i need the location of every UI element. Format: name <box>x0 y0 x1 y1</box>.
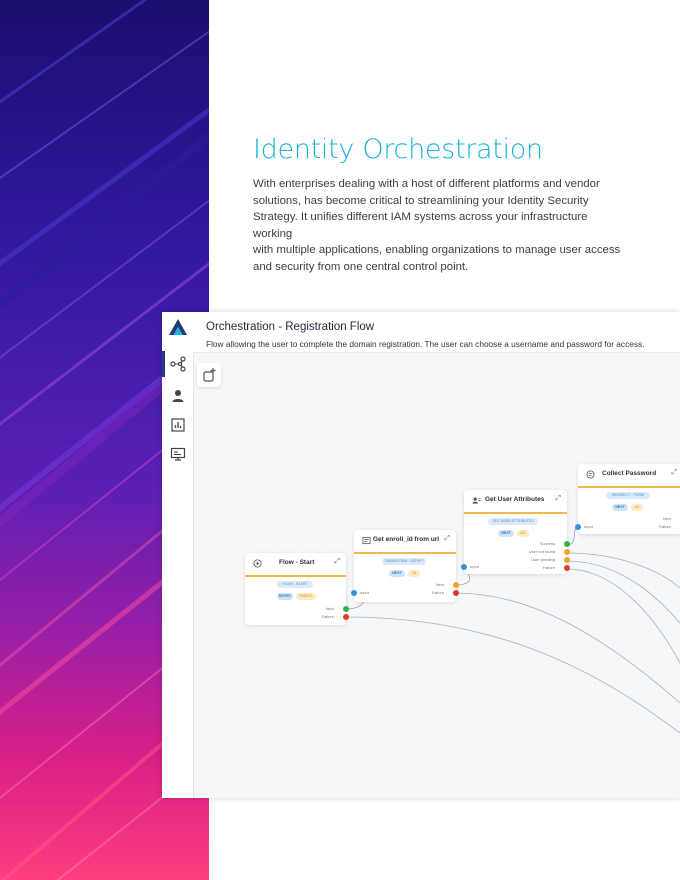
output-port-user-not-found[interactable] <box>564 549 570 555</box>
output-port-next[interactable] <box>453 582 459 588</box>
output-port-failure[interactable] <box>564 565 570 571</box>
section-intro: With enterprises dealing with a host of … <box>253 176 625 275</box>
input-port[interactable] <box>461 564 467 570</box>
port-label-user-pending: User pending <box>531 557 555 562</box>
script-icon <box>362 536 371 545</box>
flow-network-icon[interactable] <box>170 356 186 372</box>
port-label-input: Input <box>470 564 479 569</box>
input-port[interactable] <box>351 590 357 596</box>
output-port-next[interactable] <box>343 606 349 612</box>
output-port-failure[interactable] <box>343 614 349 620</box>
node-type-tag: TRANSFORM - SCRIPT <box>382 558 426 565</box>
node-chip: PUBLIC <box>296 593 316 600</box>
node-get-enroll-id[interactable]: Get enroll_id from url ⤢ TRANSFORM - SCR… <box>351 530 459 602</box>
output-port-failure[interactable] <box>453 590 459 596</box>
monitor-icon[interactable] <box>170 446 186 462</box>
flow-title: Orchestration - Registration Flow <box>206 321 375 333</box>
node-collect-password[interactable]: Collect Password ⤢ REDIRECT - FORM NEXT … <box>575 464 680 534</box>
port-label-next: Next <box>435 582 444 587</box>
orchestration-screenshot: Orchestration - Registration Flow Flow a… <box>162 312 680 798</box>
node-title: Collect Password <box>602 470 657 477</box>
port-label-input: Input <box>360 590 369 595</box>
node-type-tag: GET USER ATTRIBUTES <box>488 518 538 525</box>
node-type-tag: REDIRECT - FORM <box>606 492 650 499</box>
node-title: Get enroll_id from url <box>373 536 440 543</box>
expand-icon[interactable]: ⤢ <box>444 535 450 543</box>
output-port-success[interactable] <box>564 541 570 547</box>
port-label-failure: Failure <box>658 524 671 529</box>
app-logo-icon[interactable] <box>168 318 188 336</box>
port-label-failure: Failure <box>542 565 555 570</box>
user-icon[interactable] <box>170 388 186 404</box>
analytics-icon[interactable] <box>170 417 186 433</box>
node-title: Get User Attributes <box>485 496 545 503</box>
intro-line: solutions, has become critical to stream… <box>253 194 589 207</box>
node-chip: NEXT <box>498 530 514 537</box>
node-chip: NEXT <box>389 570 405 577</box>
left-nav-rail <box>162 312 194 798</box>
intro-line: and security from one central control po… <box>253 260 469 273</box>
form-icon <box>586 470 595 479</box>
input-port[interactable] <box>575 524 581 530</box>
port-label-input: Input <box>584 524 593 529</box>
node-chip: AD <box>517 530 529 537</box>
expand-icon[interactable]: ⤢ <box>555 495 561 503</box>
port-label-failure: Failure <box>321 614 334 619</box>
active-nav-indicator <box>162 351 165 377</box>
port-label-user-not-found: User not found <box>528 549 555 554</box>
node-get-user-attributes[interactable]: Get User Attributes ⤢ GET USER ATTRIBUTE… <box>461 490 570 574</box>
user-list-icon <box>472 497 481 504</box>
output-port-user-pending[interactable] <box>564 557 570 563</box>
node-flow-start[interactable]: Flow - Start ⤢ FLOW - START ENTRY PUBLIC… <box>245 553 349 625</box>
node-chip: UI <box>631 504 643 511</box>
play-circle-icon <box>253 559 262 568</box>
node-chip: JS <box>408 570 420 577</box>
flow-description: Flow allowing the user to complete the d… <box>206 339 645 349</box>
node-chip: ENTRY <box>277 593 293 600</box>
port-label-next: Next <box>662 516 671 521</box>
intro-line: Strategy. It unifies different IAM syste… <box>253 211 588 240</box>
node-title: Flow - Start <box>279 559 315 566</box>
flow-canvas[interactable]: Flow - Start ⤢ FLOW - START ENTRY PUBLIC… <box>193 353 680 798</box>
flow-header: Orchestration - Registration Flow Flow a… <box>193 312 680 353</box>
node-chip: NEXT <box>612 504 628 511</box>
port-label-success: Success <box>539 541 555 546</box>
expand-icon[interactable]: ⤢ <box>671 469 677 477</box>
expand-icon[interactable]: ⤢ <box>334 558 340 566</box>
section-title: Identity Orchestration <box>253 134 543 165</box>
port-label-next: Next <box>325 606 334 611</box>
intro-line: With enterprises dealing with a host of … <box>253 178 600 190</box>
port-label-failure: Failure <box>431 590 444 595</box>
node-type-tag: FLOW - START <box>277 581 313 588</box>
intro-line: with multiple applications, enabling org… <box>253 244 621 256</box>
